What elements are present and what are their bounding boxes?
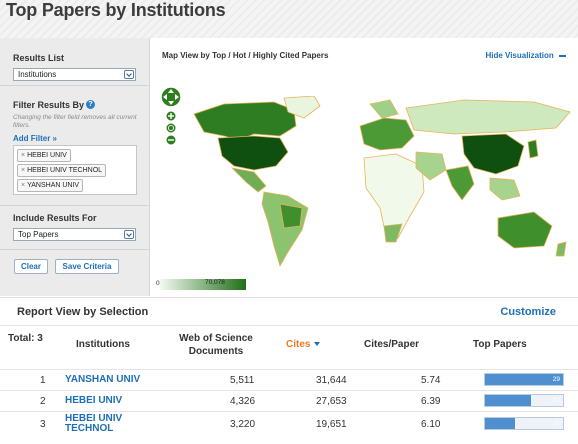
row-documents: 3,220: [230, 419, 256, 430]
map-region-south-america[interactable]: [261, 191, 309, 268]
filter-chip[interactable]: × YANSHAN UNIV: [17, 179, 84, 192]
column-wos-documents[interactable]: Web of Science Documents: [170, 332, 262, 358]
map-region-china[interactable]: [461, 133, 525, 175]
top-papers-bar-fill: [485, 374, 563, 385]
top-papers-bar[interactable]: 29: [484, 373, 564, 386]
include-label: Include Results For: [13, 213, 97, 223]
filter-chip-label: HEBEI UNIV: [27, 152, 67, 159]
row-cites: 27,653: [316, 396, 347, 407]
add-filter-link[interactable]: Add Filter »: [13, 134, 57, 143]
results-list-value: Institutions: [18, 70, 57, 79]
help-icon[interactable]: ?: [86, 100, 95, 109]
row-cites: 31,644: [316, 375, 347, 386]
map-region-russia[interactable]: [405, 99, 571, 135]
top-papers-value: 29: [552, 376, 560, 383]
report-header: Report View by Selection Customize: [0, 297, 578, 325]
chevron-down-icon: [124, 230, 134, 239]
column-institutions[interactable]: Institutions: [76, 338, 130, 351]
hide-visualization-link[interactable]: Hide Visualization: [485, 51, 566, 60]
map-legend-gradient: [160, 279, 246, 290]
institution-link[interactable]: YANSHAN UNIV: [65, 375, 140, 385]
remove-icon[interactable]: ×: [21, 182, 25, 189]
column-cites[interactable]: Cites: [286, 338, 321, 351]
top-papers-value: 17: [552, 397, 560, 404]
column-wos-line2: Documents: [188, 346, 244, 357]
filter-chip-label: YANSHAN UNIV: [27, 182, 80, 189]
minus-icon: [559, 54, 566, 57]
map-legend-min: 0: [156, 280, 160, 287]
map-title: Map View by Top / Hot / Highly Cited Pap…: [162, 51, 329, 60]
map-region-brazil[interactable]: [279, 203, 303, 229]
include-value: Top Papers: [18, 230, 59, 239]
top-papers-value: 11: [553, 420, 560, 427]
row-rank: 2: [40, 396, 46, 407]
results-list-label: Results List: [13, 53, 65, 63]
row-cites-per-paper: 6.39: [421, 396, 441, 407]
page-title: Top Papers by Institutions: [6, 0, 226, 20]
top-papers-bar[interactable]: 11: [484, 417, 564, 430]
row-rank: 3: [40, 419, 46, 430]
filter-chip[interactable]: × HEBEI UNIV TECHNOL: [17, 164, 107, 177]
map-region-mexico[interactable]: [230, 167, 267, 193]
top-papers-bar[interactable]: 17: [484, 394, 564, 407]
map-region-scandinavia[interactable]: [369, 99, 399, 119]
map-region-new-zealand[interactable]: [555, 241, 567, 257]
institution-name-line2: TECHNOL: [65, 423, 114, 434]
map-region-europe[interactable]: [359, 117, 415, 151]
include-section: Include Results For Top Papers: [0, 205, 149, 250]
results-list-section: Results List Institutions: [0, 38, 149, 86]
institution-link[interactable]: HEBEI UNIV TECHNOL: [65, 414, 122, 434]
map-region-australia[interactable]: [497, 211, 553, 249]
map-legend-max: 70,078: [205, 279, 225, 286]
map-region-se-asia[interactable]: [489, 177, 521, 201]
remove-icon[interactable]: ×: [21, 152, 25, 159]
map-panel: Map View by Top / Hot / Highly Cited Pap…: [150, 38, 578, 296]
top-papers-bar-fill: [485, 418, 515, 429]
row-rank: 1: [40, 375, 46, 386]
total-count: Total: 3: [8, 333, 43, 344]
row-cites: 19,651: [316, 419, 347, 430]
filter-chip[interactable]: × HEBEI UNIV: [17, 149, 71, 162]
institution-name: HEBEI UNIV: [65, 395, 123, 406]
column-wos-line1: Web of Science: [179, 333, 253, 344]
table-header: Total: 3 Institutions Web of Science Doc…: [0, 325, 578, 366]
map-region-canada[interactable]: [193, 101, 297, 141]
table-row: 1 YANSHAN UNIV 5,511 31,644 5.74 29: [0, 369, 578, 390]
filter-hint: Changing the filter field removes all cu…: [13, 114, 137, 129]
column-cites-per-paper[interactable]: Cites/Paper: [364, 338, 419, 351]
row-documents: 4,326: [230, 396, 256, 407]
filter-chip-label: HEBEI UNIV TECHNOL: [27, 167, 103, 174]
institution-link[interactable]: HEBEI UNIV: [65, 396, 122, 406]
customize-link[interactable]: Customize: [500, 306, 556, 318]
sort-desc-icon: [314, 342, 321, 347]
table-row: 2 HEBEI UNIV 4,326 27,653 6.39 17: [0, 390, 578, 411]
map-region-south-africa[interactable]: [383, 223, 403, 243]
filter-label: Filter Results By: [13, 100, 85, 110]
save-criteria-button[interactable]: Save Criteria: [55, 259, 119, 274]
chevron-down-icon: [124, 70, 134, 79]
clear-button[interactable]: Clear: [14, 259, 48, 274]
map-region-usa[interactable]: [217, 135, 289, 171]
remove-icon[interactable]: ×: [21, 167, 25, 174]
hide-visualization-label: Hide Visualization: [485, 51, 554, 60]
row-documents: 5,511: [230, 375, 255, 386]
row-cites-per-paper: 5.74: [421, 375, 441, 386]
filter-panel: Results List Institutions Filter Results…: [0, 38, 150, 296]
page-header: Top Papers by Institutions: [0, 0, 578, 38]
map-region-india[interactable]: [445, 165, 475, 201]
report-title: Report View by Selection: [17, 306, 149, 318]
column-cites-label: Cites: [286, 339, 311, 350]
column-top-papers[interactable]: Top Papers: [473, 338, 527, 351]
map-nav-control[interactable]: [160, 86, 182, 154]
row-cites-per-paper: 6.10: [421, 419, 441, 430]
results-list-select[interactable]: Institutions: [13, 68, 136, 81]
institution-name: YANSHAN UNIV: [65, 374, 141, 385]
world-map[interactable]: [184, 96, 574, 271]
map-region-japan[interactable]: [527, 139, 539, 159]
table-row: 3 HEBEI UNIV TECHNOL 3,220 19,651 6.10 1…: [0, 411, 578, 438]
filter-list: × HEBEI UNIV × HEBEI UNIV TECHNOL × YANSHAN…: [13, 145, 137, 195]
include-select[interactable]: Top Papers: [13, 228, 136, 241]
top-papers-bar-fill: [485, 395, 531, 406]
globe-icon[interactable]: [165, 122, 177, 134]
